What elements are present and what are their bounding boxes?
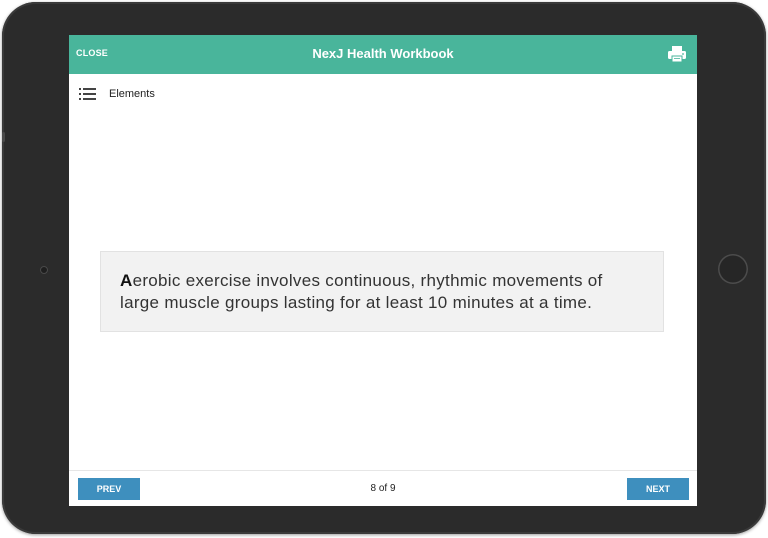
content-dropcap: A	[120, 271, 133, 290]
home-button[interactable]	[718, 254, 748, 284]
camera-icon	[40, 266, 48, 274]
content-card: Aerobic exercise involves continuous, rh…	[100, 251, 664, 332]
page-indicator: 8 of 9	[370, 483, 396, 494]
elements-menu-button[interactable]: Elements	[79, 85, 155, 103]
content-text: Aerobic exercise involves continuous, rh…	[120, 270, 644, 314]
list-icon	[79, 87, 96, 101]
app-title: NexJ Health Workbook	[312, 46, 454, 61]
app-screen: CLOSE NexJ Health Workbook Elements Aero…	[69, 35, 697, 506]
footer-bar: PREV 8 of 9 NEXT	[69, 470, 697, 506]
next-button[interactable]: NEXT	[627, 478, 689, 500]
volume-button	[2, 132, 5, 142]
content-body: erobic exercise involves continuous, rhy…	[120, 271, 603, 312]
printer-icon[interactable]	[667, 45, 687, 63]
elements-label: Elements	[109, 88, 155, 100]
header-bar: CLOSE NexJ Health Workbook	[69, 35, 697, 74]
